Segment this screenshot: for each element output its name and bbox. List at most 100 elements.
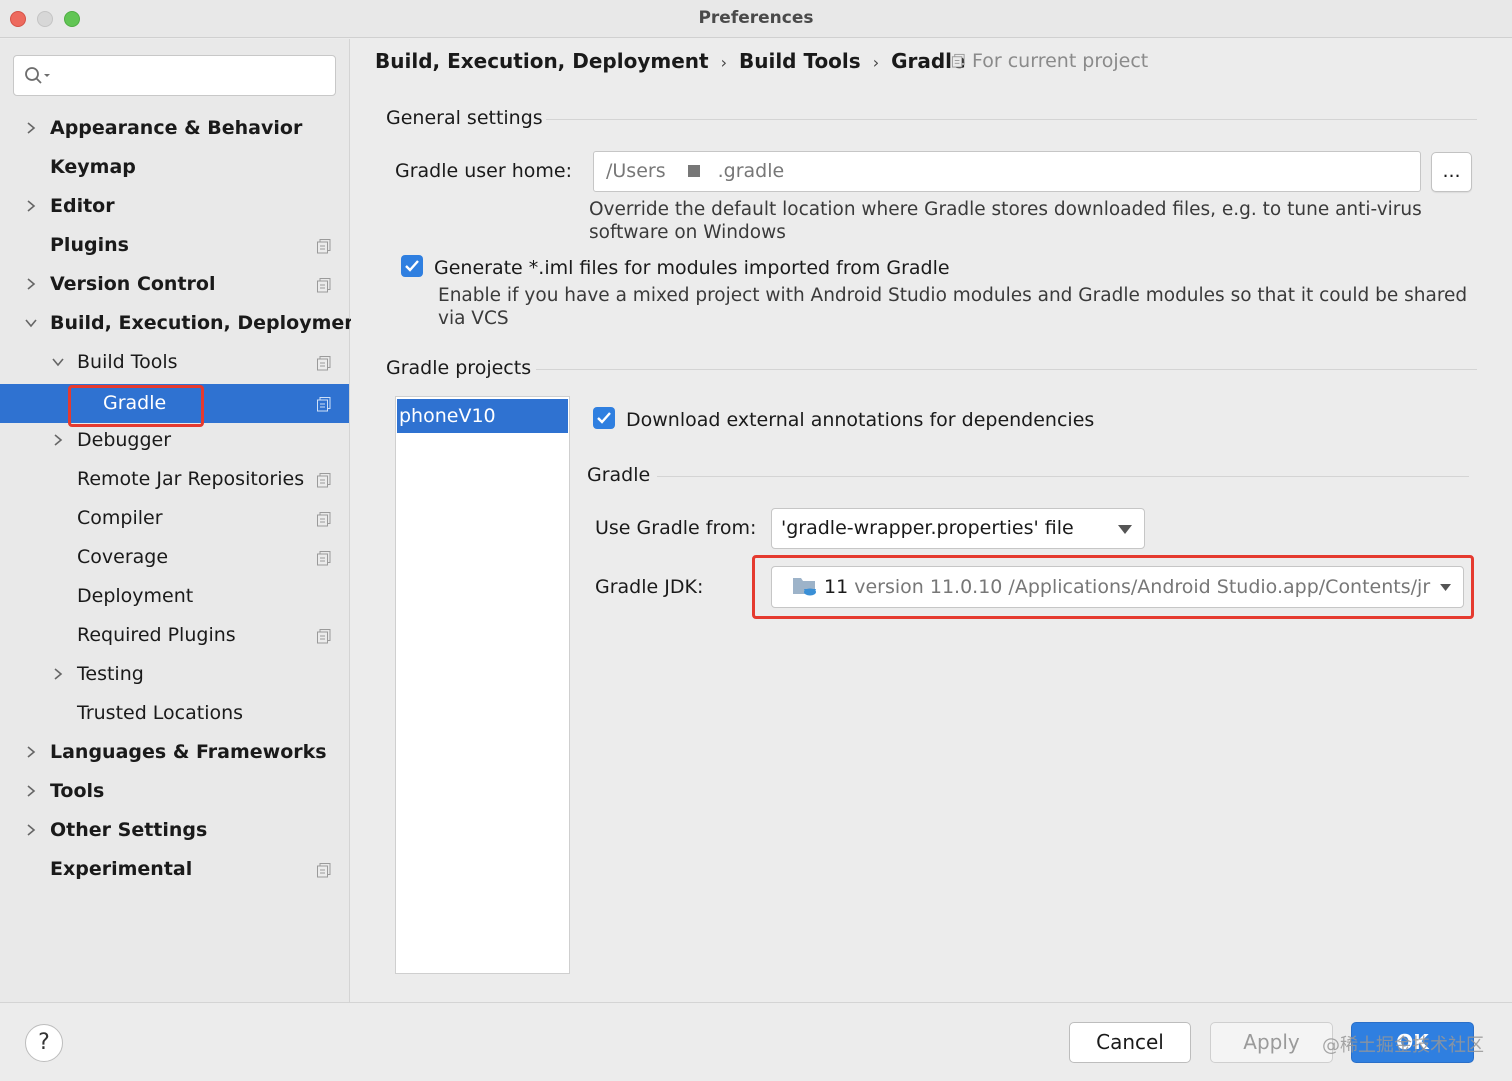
sidebar-item-testing[interactable]: Testing [0,655,349,694]
download-annotations-label[interactable]: Download external annotations for depend… [626,409,1094,431]
project-scope-icon [317,278,331,293]
sidebar-item-label: Keymap [50,156,136,178]
chevron-right-icon[interactable] [24,784,38,798]
use-gradle-from-label: Use Gradle from: [595,517,757,539]
chevron-right-icon[interactable] [24,823,38,837]
breadcrumb: Build, Execution, Deployment › Build Tools… [375,49,966,73]
chevron-down-icon[interactable] [51,355,65,369]
project-scope-icon [951,53,965,68]
sidebar-item-experimental[interactable]: Experimental [0,850,349,889]
sidebar-item-label: Remote Jar Repositories [77,468,305,490]
use-gradle-from-dropdown[interactable]: 'gradle-wrapper.properties' file [771,508,1145,549]
sidebar-item-label: Debugger [77,429,172,451]
chevron-down-icon[interactable] [24,316,38,330]
sidebar-item-other-settings[interactable]: Other Settings [0,811,349,850]
section-divider [657,476,1469,477]
window-title: Preferences [698,8,814,28]
sidebar-item-compiler[interactable]: Compiler [0,499,349,538]
chevron-right-icon[interactable] [24,199,38,213]
settings-sidebar: Appearance & Behavior Keymap Editor Plug… [0,39,367,1002]
project-scope-icon [317,551,331,566]
project-scope-icon [317,397,331,412]
project-scope-icon [317,356,331,371]
sidebar-item-coverage[interactable]: Coverage [0,538,349,577]
section-divider [546,119,1477,120]
sidebar-item-label: Testing [77,663,144,685]
chevron-right-icon[interactable] [51,667,65,681]
project-scope-icon [317,473,331,488]
project-scope-icon [317,629,331,644]
browse-button[interactable]: ... [1431,152,1472,192]
use-gradle-from-value: 'gradle-wrapper.properties' file [781,517,1074,539]
generate-iml-label[interactable]: Generate *.iml files for modules importe… [434,257,950,279]
chevron-right-icon: › [720,53,727,72]
jdk-detail: version 11.0.10 /Applications/Android St… [854,576,1431,598]
chevron-right-icon[interactable] [51,433,65,447]
sidebar-item-required-plugins[interactable]: Required Plugins [0,616,349,655]
breadcrumb-item[interactable]: Build, Execution, Deployment [375,49,709,73]
sidebar-item-build-execution-deployment[interactable]: Build, Execution, Deployment [0,304,367,343]
sidebar-item-label: Plugins [50,234,129,256]
settings-content: Build, Execution, Deployment › Build Tools… [351,39,1512,1002]
sidebar-item-label: Other Settings [50,819,208,841]
generate-iml-checkbox[interactable] [401,255,423,277]
sidebar-item-label: Tools [50,780,105,802]
sidebar-item-editor[interactable]: Editor [0,187,349,226]
dialog-footer: ? Cancel Apply OK @稀土掘金技术社区 [0,1002,1512,1081]
download-annotations-checkbox[interactable] [593,407,615,429]
project-list-item[interactable]: phoneV10 [397,399,568,433]
sidebar-item-plugins[interactable]: Plugins [0,226,349,265]
scope-label: For current project [972,50,1149,72]
sidebar-item-remote-jar-repositories[interactable]: Remote Jar Repositories [0,460,349,499]
project-scope-icon [317,239,331,254]
breadcrumb-item[interactable]: Build Tools [739,49,861,73]
sidebar-item-label: Required Plugins [77,624,236,646]
chevron-right-icon[interactable] [24,745,38,759]
sidebar-item-debugger[interactable]: Debugger [0,421,349,460]
chevron-right-icon[interactable] [24,121,38,135]
project-scope-icon [317,512,331,527]
sidebar-item-label: Experimental [50,858,193,880]
apply-button[interactable]: Apply [1210,1022,1333,1063]
title-bar: Preferences [0,0,1512,38]
sidebar-item-keymap[interactable]: Keymap [0,148,349,187]
chevron-right-icon[interactable] [24,277,38,291]
sidebar-item-label: Build, Execution, Deployment [50,312,367,334]
sidebar-item-label: Appearance & Behavior [50,117,303,139]
sidebar-item-label: Deployment [77,585,194,607]
cancel-button[interactable]: Cancel [1069,1022,1191,1063]
sidebar-item-version-control[interactable]: Version Control [0,265,349,304]
gradle-projects-title: Gradle projects [386,357,532,379]
user-home-path-start: /Users [606,160,666,182]
gradle-user-home-label: Gradle user home: [395,160,572,182]
sidebar-item-languages-frameworks[interactable]: Languages & Frameworks [0,733,349,772]
sidebar-item-label: Trusted Locations [77,702,244,724]
sidebar-item-label: Build Tools [77,351,178,373]
sidebar-item-label: Coverage [77,546,169,568]
chevron-right-icon: › [872,53,880,72]
jdk-version: 11 [824,576,849,598]
gradle-projects-list[interactable]: phoneV10 [395,396,570,974]
sidebar-item-label: Version Control [50,273,216,295]
settings-search-box[interactable] [13,55,336,96]
sidebar-item-label: Editor [50,195,115,217]
sidebar-item-build-tools[interactable]: Build Tools [0,343,349,382]
help-button[interactable]: ? [25,1024,63,1062]
sidebar-item-deployment[interactable]: Deployment [0,577,349,616]
gradle-user-home-field[interactable]: /Users .gradle [593,151,1421,192]
iml-hint-line-1: Enable if you have a mixed project with … [438,285,1468,306]
sidebar-item-tools[interactable]: Tools [0,772,349,811]
project-scope-icon [317,863,331,878]
gradle-jdk-dropdown[interactable]: 11 version 11.0.10 /Applications/Android… [771,566,1464,608]
user-home-hint-line-2: software on Windows [589,222,786,243]
chevron-down-icon [1433,583,1451,592]
gradle-jdk-label: Gradle JDK: [595,576,704,598]
search-icon [25,67,50,84]
search-input[interactable] [60,62,330,90]
sidebar-item-appearance-behavior[interactable]: Appearance & Behavior [0,109,349,148]
sidebar-item-trusted-locations[interactable]: Trusted Locations [0,694,349,733]
iml-hint-line-2: via VCS [438,308,509,329]
sidebar-item-label: Compiler [77,507,163,529]
scope-indicator: For current project [951,50,1148,72]
sidebar-item-label: Languages & Frameworks [50,741,327,763]
